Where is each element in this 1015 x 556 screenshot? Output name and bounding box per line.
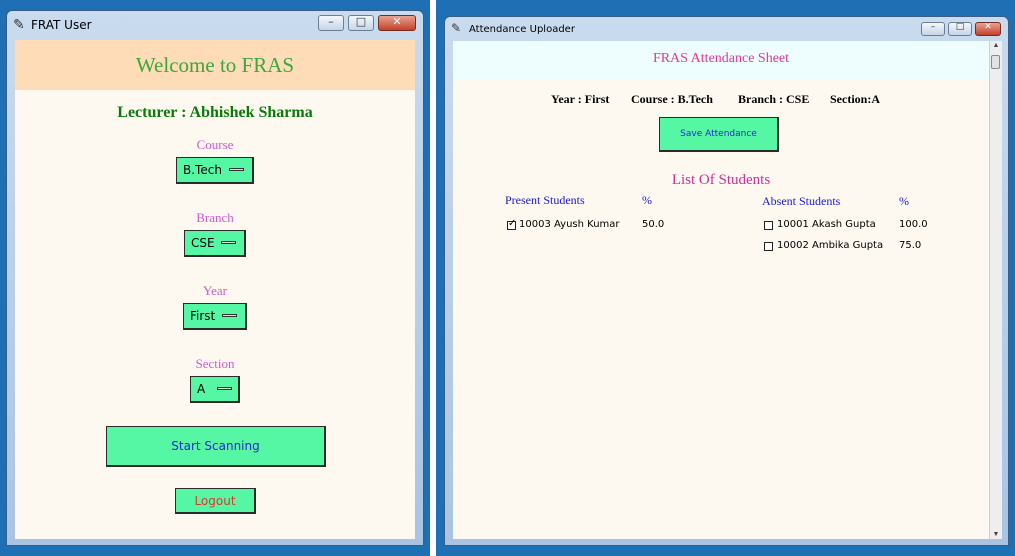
dropdown-indicator-icon — [221, 241, 236, 244]
dropdown-indicator-icon — [229, 168, 244, 171]
student-name: 10001 Akash Gupta — [777, 219, 876, 230]
branch-dropdown[interactable]: CSE — [184, 230, 246, 257]
logout-label: Logout — [194, 494, 236, 508]
minimize-icon: – — [328, 15, 334, 28]
present-students-header: Present Students — [505, 193, 585, 207]
section-value: A — [197, 382, 206, 396]
year-value: First — [190, 309, 216, 323]
student-percent: 100.0 — [899, 219, 928, 230]
sheet-header: FRAS Attendance Sheet — [453, 41, 989, 79]
frat-client-area: Welcome to FRAS Lecturer : Abhishek Shar… — [15, 40, 415, 539]
feather-icon: ✎ — [13, 17, 25, 33]
maximize-icon: □ — [355, 15, 367, 28]
close-button[interactable]: ✕ — [378, 15, 416, 31]
title-bar[interactable]: ✎ FRAT User – □ ✕ — [7, 11, 423, 39]
info-branch: Branch : CSE — [738, 92, 810, 106]
course-dropdown[interactable]: B.Tech — [176, 157, 254, 184]
welcome-banner: Welcome to FRAS — [15, 40, 415, 90]
welcome-heading: Welcome to FRAS — [135, 53, 295, 77]
window-title: Attendance Uploader — [469, 24, 575, 35]
student-percent: 75.0 — [899, 240, 922, 251]
frat-user-window: ✎ FRAT User – □ ✕ Welcome to FRAS Lectur… — [6, 10, 424, 546]
year-dropdown[interactable]: First — [183, 303, 247, 330]
sheet-title: FRAS Attendance Sheet — [652, 51, 790, 66]
feather-icon: ✎ — [451, 21, 462, 35]
lecturer-name: Lecturer : Abhishek Sharma — [117, 104, 313, 121]
absent-student-row[interactable]: 10002 Ambika Gupta — [764, 240, 894, 251]
course-value: B.Tech — [183, 163, 222, 177]
attendance-uploader-window: ✎ Attendance Uploader – □ ✕ FRAS Attenda… — [444, 16, 1009, 546]
maximize-icon: □ — [955, 22, 965, 32]
section-label: Section — [195, 356, 235, 371]
close-icon: ✕ — [392, 15, 402, 28]
attendance-checkbox[interactable] — [507, 218, 516, 230]
branch-value: CSE — [191, 236, 215, 250]
title-bar[interactable]: ✎ Attendance Uploader – □ ✕ — [445, 17, 1008, 41]
info-year: Year : First — [551, 92, 610, 106]
maximize-button[interactable]: □ — [348, 15, 374, 31]
save-attendance-button[interactable]: Save Attendance — [659, 117, 779, 152]
section-dropdown[interactable]: A — [190, 376, 240, 403]
attendance-checkbox[interactable] — [764, 221, 773, 230]
scrollbar-thumb[interactable] — [991, 55, 1000, 69]
window-title: FRAT User — [31, 18, 92, 32]
save-attendance-label: Save Attendance — [680, 129, 757, 139]
absent-students-header: Absent Students — [762, 194, 841, 208]
desktop-background — [430, 0, 436, 556]
attendance-checkbox[interactable] — [764, 242, 773, 251]
absent-percent-header: % — [899, 194, 909, 208]
uploader-client-area: FRAS Attendance Sheet Year : First Cours… — [453, 41, 989, 539]
absent-student-row[interactable]: 10001 Akash Gupta — [764, 219, 894, 233]
present-student-row[interactable]: 10003 Ayush Kumar — [507, 218, 657, 233]
close-button[interactable]: ✕ — [975, 22, 1001, 36]
dropdown-indicator-icon — [222, 314, 237, 317]
vertical-scrollbar[interactable]: ▲ ▼ — [989, 41, 1002, 539]
student-percent: 50.0 — [642, 219, 665, 230]
logout-button[interactable]: Logout — [175, 488, 256, 514]
year-label: Year — [203, 283, 227, 298]
scroll-up-arrow-icon[interactable]: ▲ — [990, 42, 1002, 49]
present-percent-header: % — [642, 193, 652, 207]
minimize-button[interactable]: – — [921, 22, 945, 36]
maximize-button[interactable]: □ — [948, 22, 972, 36]
info-section: Section:A — [830, 92, 880, 106]
minimize-icon: – — [930, 22, 936, 32]
student-name: 10002 Ambika Gupta — [777, 240, 884, 251]
course-label: Course — [196, 137, 234, 152]
scroll-down-arrow-icon[interactable]: ▼ — [990, 531, 1002, 538]
minimize-button[interactable]: – — [318, 15, 344, 31]
start-scanning-button[interactable]: Start Scanning — [106, 426, 326, 467]
list-title: List Of Students — [671, 172, 771, 188]
student-name: 10003 Ayush Kumar — [519, 219, 620, 230]
start-scanning-label: Start Scanning — [171, 439, 260, 453]
dropdown-indicator-icon — [217, 387, 232, 390]
close-icon: ✕ — [984, 22, 992, 32]
info-course: Course : B.Tech — [631, 92, 713, 106]
branch-label: Branch — [196, 210, 234, 225]
